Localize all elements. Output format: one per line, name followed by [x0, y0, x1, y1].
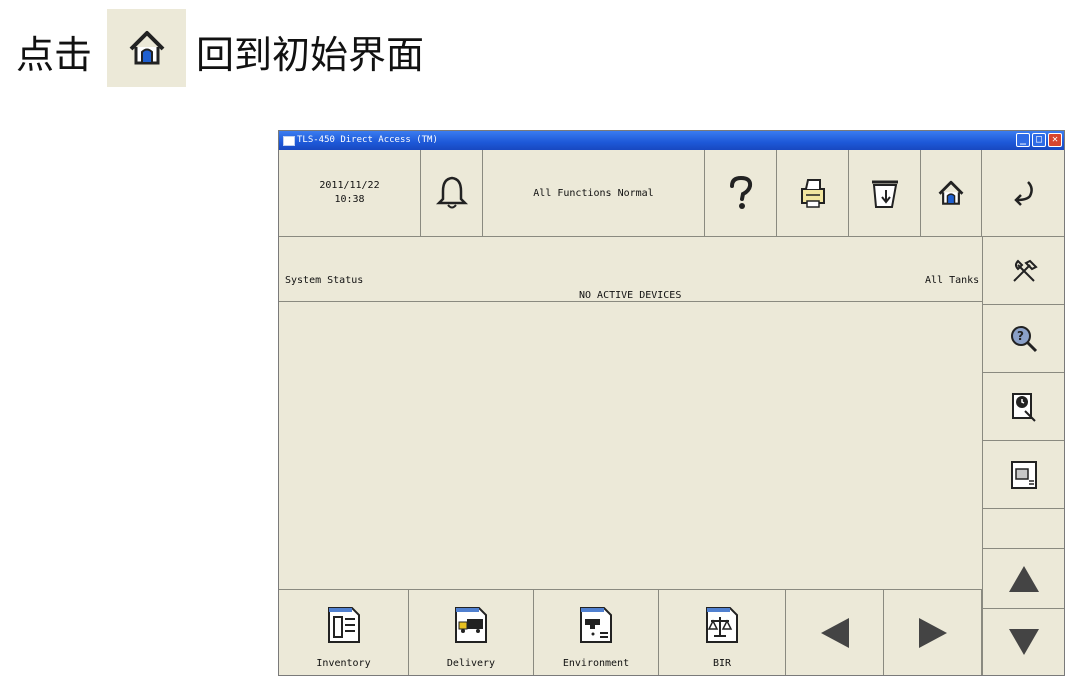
left-arrow-icon [820, 617, 849, 648]
scroll-up-button[interactable] [982, 549, 1064, 609]
scope-label: All Tanks [925, 275, 980, 286]
setup-button[interactable] [982, 237, 1064, 305]
home-icon [129, 31, 164, 65]
delivery-icon [455, 606, 487, 643]
diagnostics-button[interactable]: ? [982, 305, 1064, 373]
down-arrow-icon [1008, 629, 1039, 655]
time-text: 10:38 [334, 194, 365, 205]
right-arrow-icon [918, 617, 947, 648]
tools-icon [1012, 259, 1038, 282]
nav-environment-label: Environment [562, 658, 630, 669]
nav-bir-label: BIR [712, 658, 732, 669]
environment-icon [580, 606, 612, 643]
up-arrow-icon [1008, 565, 1039, 592]
nav-delivery[interactable]: Delivery [409, 589, 534, 675]
receipt-icon [871, 180, 898, 208]
alarm-button[interactable] [421, 150, 483, 237]
nav-environment[interactable]: Environment [534, 589, 659, 675]
empty-message: NO ACTIVE DEVICES [579, 290, 682, 301]
home-button[interactable] [921, 150, 982, 237]
nav-delivery-label: Delivery [446, 658, 496, 669]
back-icon [1014, 181, 1033, 206]
scroll-down-button[interactable] [982, 609, 1064, 675]
status-divider [279, 301, 982, 302]
timer-icon [1011, 392, 1036, 422]
window-title: TLS-450 Direct Access (TM) [297, 135, 438, 145]
minimize-button[interactable]: _ [1016, 133, 1030, 147]
diagnostics-icon: ? [1010, 325, 1037, 352]
svg-text:?: ? [1017, 329, 1024, 343]
instruction-prefix: 点击 [16, 33, 93, 77]
instruction-home-icon [107, 9, 186, 87]
date-text: 2011/11/22 [319, 180, 380, 191]
app-window: TLS-450 Direct Access (TM) _ □ ✕ 2011/11… [278, 130, 1065, 676]
reports-button[interactable] [982, 441, 1064, 509]
print-button[interactable] [777, 150, 849, 237]
nav-bir[interactable]: BIR [659, 589, 786, 675]
nav-inventory[interactable]: Inventory [279, 589, 409, 675]
back-button[interactable] [982, 150, 1064, 237]
nav-inventory-label: Inventory [316, 658, 371, 669]
inventory-icon [327, 606, 360, 643]
bell-icon [435, 176, 468, 209]
help-button[interactable] [705, 150, 777, 237]
receipt-button[interactable] [849, 150, 921, 237]
help-icon [729, 175, 752, 209]
sidebar-empty-slot [982, 509, 1064, 549]
title-bar[interactable]: TLS-450 Direct Access (TM) _ □ ✕ [279, 131, 1064, 150]
reports-icon [1010, 460, 1037, 489]
page-title: System Status [285, 275, 364, 286]
status-message: All Functions Normal [483, 150, 705, 237]
datetime-display: 2011/11/22 10:38 [279, 150, 421, 237]
home-icon [938, 180, 964, 205]
instruction-suffix: 回到初始界面 [196, 33, 425, 77]
close-button[interactable]: ✕ [1048, 133, 1062, 147]
app-icon [283, 136, 295, 146]
page-prev-button[interactable] [786, 589, 884, 675]
timer-button[interactable] [982, 373, 1064, 441]
page-next-button[interactable] [884, 589, 982, 675]
printer-icon [800, 179, 825, 208]
bir-icon [706, 606, 738, 643]
maximize-button[interactable]: □ [1032, 133, 1046, 147]
